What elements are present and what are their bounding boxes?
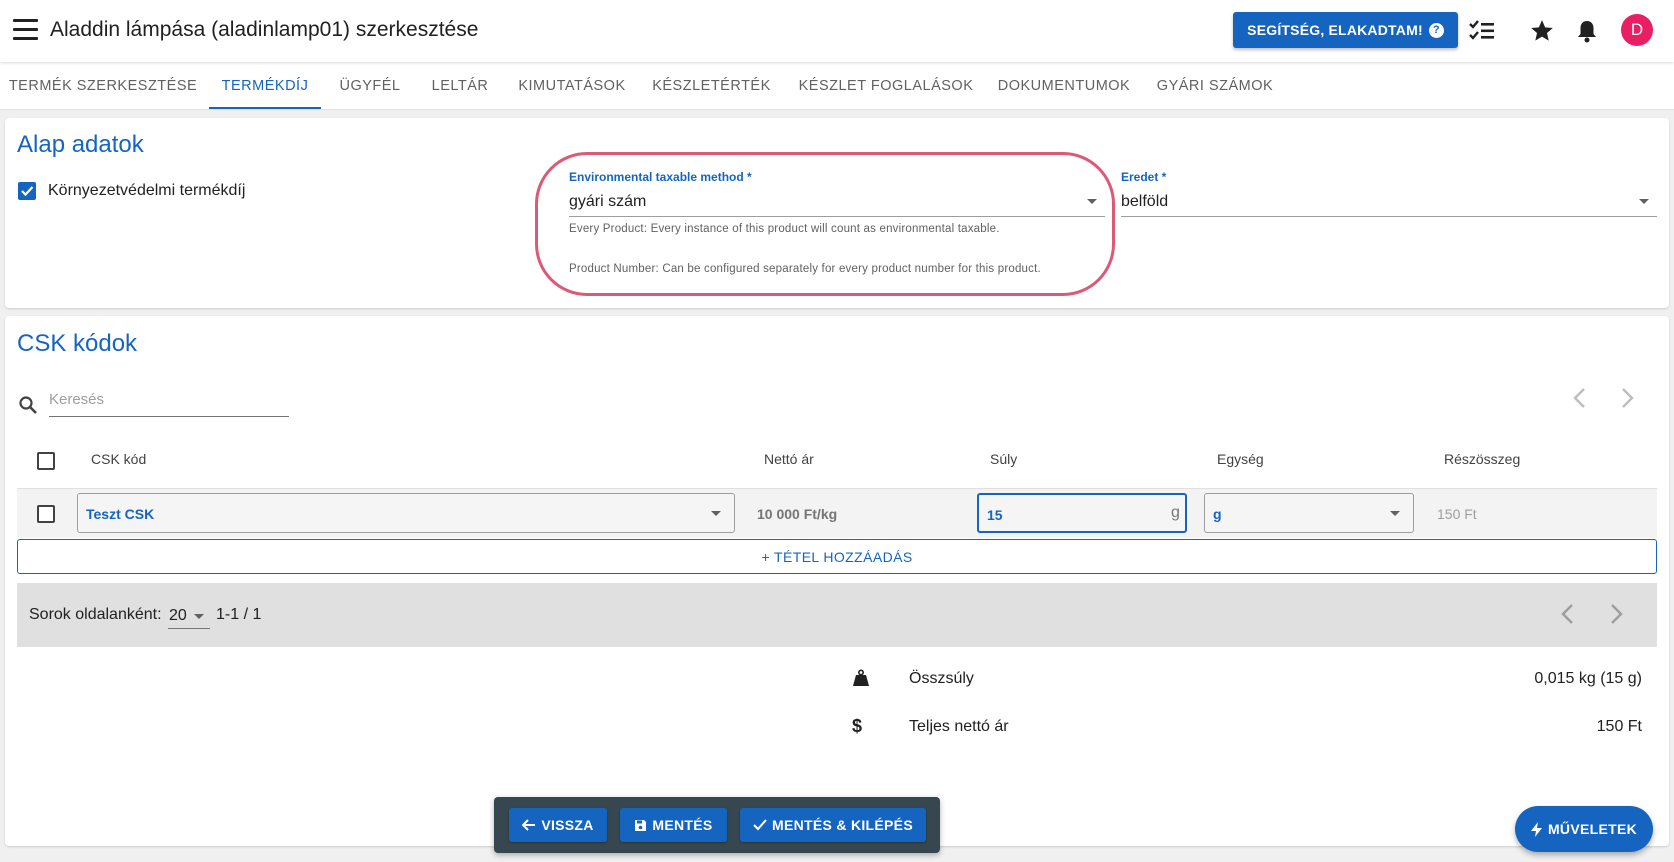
tab-leltar[interactable]: LELTÁR	[420, 62, 500, 110]
back-button-label: VISSZA	[541, 817, 594, 833]
weight-icon	[852, 669, 870, 692]
col-net-price[interactable]: Nettó ár	[764, 451, 814, 467]
checklist-icon[interactable]	[1468, 17, 1496, 45]
avatar[interactable]: D	[1621, 14, 1653, 46]
active-tab-indicator	[209, 107, 321, 109]
bell-icon[interactable]	[1573, 17, 1601, 45]
unit-select[interactable]: g	[1204, 493, 1414, 533]
help-button[interactable]: SEGÍTSÉG, ELAKADTAM! ?	[1233, 12, 1458, 48]
origin-select[interactable]: belföld	[1121, 193, 1168, 211]
tab-keszletertek[interactable]: KÉSZLETÉRTÉK	[645, 62, 778, 110]
operations-fab[interactable]: MŰVELETEK	[1515, 806, 1653, 852]
arrow-left-icon	[522, 819, 536, 831]
pagination-bar	[17, 583, 1657, 647]
net-price-cell: 10 000 Ft/kg	[757, 506, 838, 522]
rows-per-page-select[interactable]: 20	[169, 607, 187, 625]
tab-keszlet-foglalasok[interactable]: KÉSZLET FOGLALÁSOK	[790, 62, 982, 110]
menu-icon[interactable]	[13, 19, 38, 41]
basic-data-title: Alap adatok	[17, 131, 144, 158]
tab-dokumentumok[interactable]: DOKUMENTUMOK	[992, 62, 1136, 110]
search-icon	[18, 395, 38, 420]
weight-input[interactable]: 15	[977, 493, 1187, 533]
chevron-right-icon[interactable]	[1614, 385, 1640, 411]
subtotal-cell: 150 Ft	[1437, 506, 1477, 522]
top-app-bar: Aladdin lámpása (aladinlamp01) szerkeszt…	[0, 0, 1674, 62]
next-page-icon[interactable]	[1603, 601, 1629, 627]
rows-per-page-underline	[168, 628, 210, 629]
tab-termekdij[interactable]: TERMÉKDÍJ	[209, 62, 321, 110]
save-exit-button[interactable]: MENTÉS & KILÉPÉS	[740, 808, 926, 842]
total-net-value: 150 Ft	[1596, 718, 1642, 735]
origin-dropdown-icon[interactable]	[1639, 199, 1649, 204]
question-icon: ?	[1428, 22, 1444, 38]
csk-code-select[interactable]: Teszt CSK	[77, 493, 735, 533]
save-exit-button-label: MENTÉS & KILÉPÉS	[772, 817, 913, 833]
tab-bar: TERMÉK SZERKESZTÉSE TERMÉKDÍJ ÜGYFÉL LEL…	[0, 62, 1674, 110]
weight-value: 15	[987, 507, 1003, 523]
help-button-label: SEGÍTSÉG, ELAKADTAM!	[1247, 22, 1423, 38]
weight-suffix: g	[1171, 504, 1180, 521]
origin-underline	[1121, 216, 1657, 217]
chevron-left-icon[interactable]	[1567, 385, 1593, 411]
col-subtotal[interactable]: Részösszeg	[1444, 451, 1520, 467]
env-fee-checkbox[interactable]	[18, 182, 36, 200]
csk-code-dropdown-icon[interactable]	[711, 511, 721, 516]
tab-gyari-szamok[interactable]: GYÁRI SZÁMOK	[1150, 62, 1280, 110]
total-weight-value: 0,015 kg (15 g)	[1534, 670, 1642, 687]
back-button[interactable]: VISSZA	[509, 808, 607, 842]
tab-kimutatasok[interactable]: KIMUTATÁSOK	[508, 62, 636, 110]
save-button-label: MENTÉS	[652, 817, 713, 833]
prev-page-icon[interactable]	[1555, 601, 1581, 627]
action-bar: VISSZA MENTÉS MENTÉS & KILÉPÉS	[494, 797, 940, 853]
page-title: Aladdin lámpása (aladinlamp01) szerkeszt…	[50, 18, 479, 41]
lightning-icon	[1530, 821, 1542, 837]
tab-ugyfel[interactable]: ÜGYFÉL	[328, 62, 412, 110]
tab-termek-szerkesztese[interactable]: TERMÉK SZERKESZTÉSE	[0, 62, 206, 110]
check-icon	[753, 819, 767, 831]
page-info: 1-1 / 1	[216, 606, 262, 623]
total-weight-label: Összsúly	[909, 670, 974, 687]
rows-per-page-dropdown-icon[interactable]	[194, 614, 204, 619]
dollar-icon: $	[852, 716, 863, 736]
col-weight[interactable]: Súly	[990, 451, 1017, 467]
highlight-ring	[535, 152, 1115, 296]
col-unit[interactable]: Egység	[1217, 451, 1264, 467]
csk-code-value: Teszt CSK	[86, 506, 155, 522]
csk-title: CSK kódok	[17, 330, 138, 357]
origin-label: Eredet *	[1121, 170, 1167, 184]
rows-per-page-label: Sorok oldalanként:	[29, 606, 162, 623]
star-icon[interactable]	[1528, 17, 1556, 45]
col-csk-code[interactable]: CSK kód	[91, 451, 146, 467]
total-net-label: Teljes nettó ár	[909, 718, 1009, 735]
search-input[interactable]: Keresés	[49, 389, 289, 417]
env-fee-label: Környezetvédelmi termékdíj	[48, 182, 246, 199]
select-all-checkbox[interactable]	[37, 452, 55, 470]
operations-fab-label: MŰVELETEK	[1547, 821, 1638, 837]
save-button[interactable]: MENTÉS	[620, 808, 727, 842]
add-item-button[interactable]: + TÉTEL HOZZÁADÁS	[17, 539, 1657, 574]
unit-dropdown-icon[interactable]	[1390, 511, 1400, 516]
row-checkbox[interactable]	[37, 505, 55, 523]
save-icon	[635, 819, 647, 831]
unit-value: g	[1213, 506, 1222, 522]
check-icon	[21, 186, 34, 197]
